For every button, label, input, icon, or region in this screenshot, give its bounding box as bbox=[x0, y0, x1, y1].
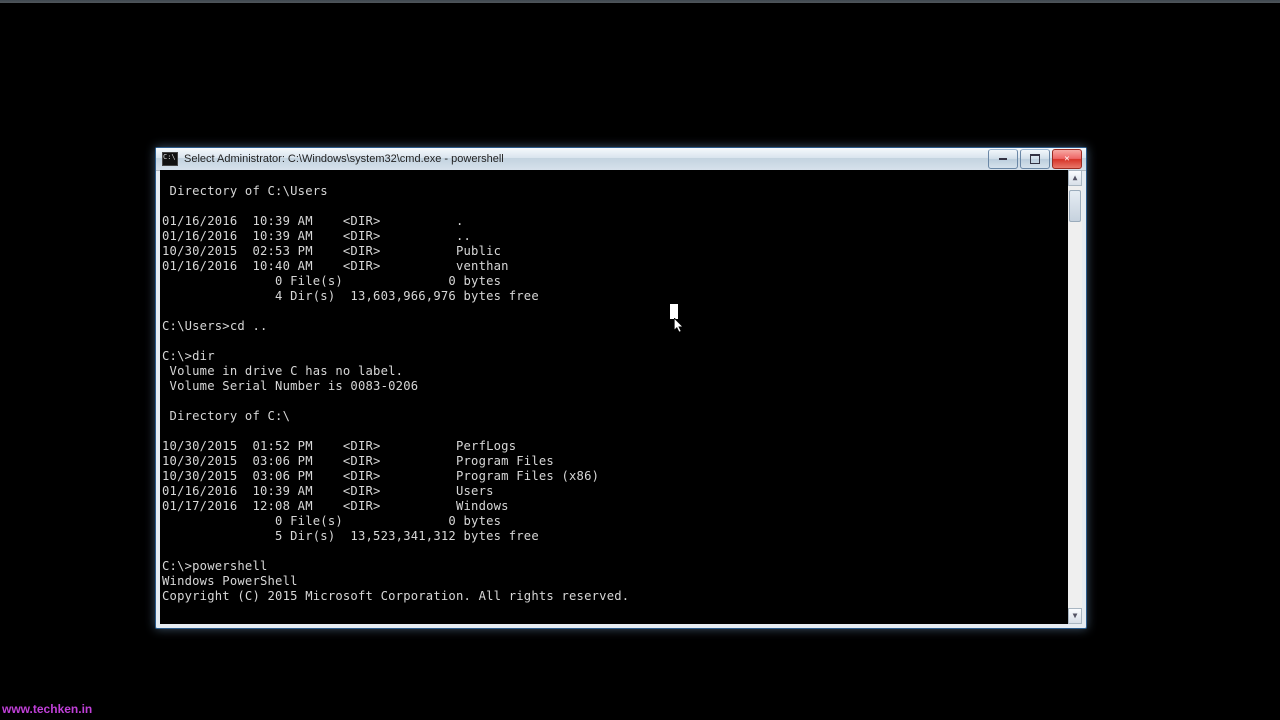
vertical-scrollbar[interactable]: ▲ ▼ bbox=[1068, 170, 1082, 624]
cmd-window: Select Administrator: C:\Windows\system3… bbox=[155, 147, 1087, 629]
scroll-track[interactable] bbox=[1068, 186, 1082, 608]
maximize-button[interactable] bbox=[1020, 149, 1050, 169]
chevron-down-icon: ▼ bbox=[1073, 612, 1078, 620]
watermark-link[interactable]: www.techken.in bbox=[2, 702, 92, 716]
scroll-up-button[interactable]: ▲ bbox=[1068, 170, 1082, 186]
cmd-icon bbox=[162, 152, 178, 166]
maximize-icon bbox=[1030, 154, 1040, 164]
close-icon bbox=[1064, 154, 1069, 164]
minimize-icon bbox=[999, 158, 1007, 160]
console-output[interactable]: Directory of C:\Users 01/16/2016 10:39 A… bbox=[162, 184, 1066, 610]
window-title: Select Administrator: C:\Windows\system3… bbox=[184, 153, 504, 165]
caption-buttons bbox=[986, 149, 1082, 169]
minimize-button[interactable] bbox=[988, 149, 1018, 169]
console-client-area[interactable]: Directory of C:\Users 01/16/2016 10:39 A… bbox=[160, 170, 1082, 624]
top-edge-bar bbox=[0, 0, 1280, 3]
title-bar[interactable]: Select Administrator: C:\Windows\system3… bbox=[156, 148, 1086, 171]
text-selection-caret bbox=[670, 304, 678, 319]
chevron-up-icon: ▲ bbox=[1073, 174, 1078, 182]
close-button[interactable] bbox=[1052, 149, 1082, 169]
scroll-down-button[interactable]: ▼ bbox=[1068, 608, 1082, 624]
scroll-thumb[interactable] bbox=[1069, 190, 1081, 222]
